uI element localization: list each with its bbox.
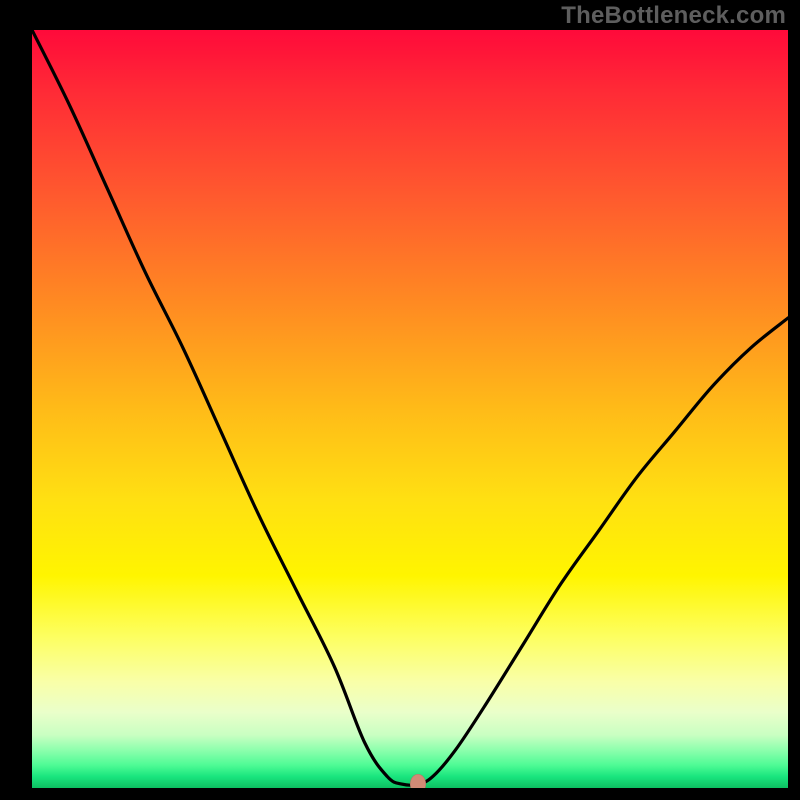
plot-area xyxy=(32,30,788,788)
watermark-text: TheBottleneck.com xyxy=(561,2,786,30)
chart-frame: TheBottleneck.com xyxy=(0,0,800,800)
curve-path xyxy=(32,30,788,785)
bottleneck-curve xyxy=(32,30,788,788)
highlight-dot xyxy=(410,774,426,788)
